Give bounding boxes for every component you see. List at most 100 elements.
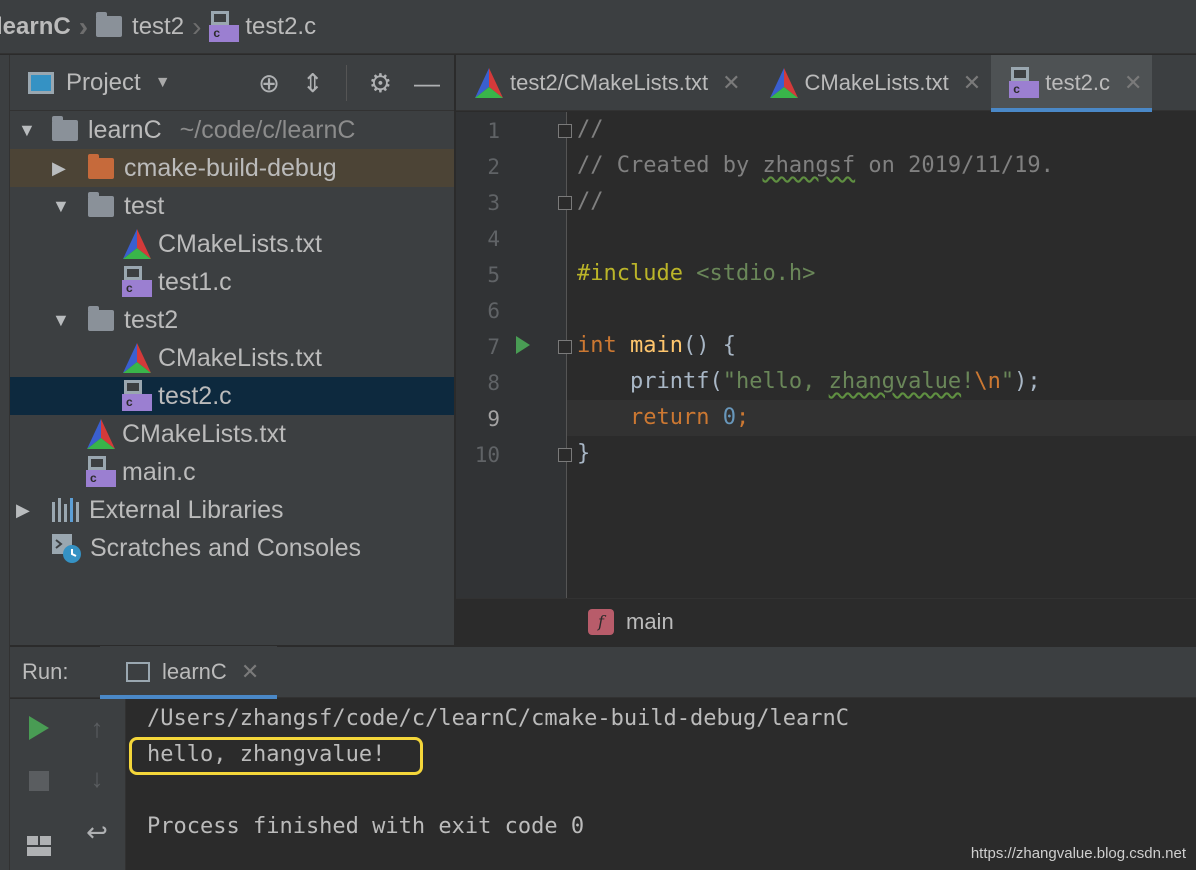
- chevron-right-icon[interactable]: ▶: [16, 500, 30, 521]
- cmake-icon: [769, 68, 798, 98]
- tree-item-test2-c[interactable]: c test2.c: [10, 377, 454, 415]
- close-icon[interactable]: ✕: [722, 70, 740, 96]
- tab-test2-cmakelists[interactable]: test2/CMakeLists.txt ✕: [456, 55, 751, 111]
- fold-marker-icon[interactable]: [558, 340, 572, 354]
- console-line: hello, zhangvalue!: [147, 742, 386, 767]
- project-window-icon: [28, 71, 54, 94]
- tree-item-scratches[interactable]: Scratches and Consoles: [10, 529, 454, 567]
- breadcrumb-item-file[interactable]: c test2.c: [209, 0, 316, 53]
- project-panel-header: Project ▼ ⊕ ⇕ ⚙ —: [10, 55, 454, 111]
- cmake-icon: [123, 343, 151, 373]
- hide-panel-icon[interactable]: —: [414, 68, 440, 99]
- chevron-right-icon[interactable]: ▶: [52, 158, 66, 179]
- watermark: https://zhangvalue.blog.csdn.net: [970, 845, 1186, 862]
- c-file-icon: c: [1009, 67, 1040, 99]
- line-number: 4: [487, 227, 500, 251]
- tree-item-test[interactable]: ▼ test: [10, 187, 454, 225]
- breadcrumb-item-project[interactable]: learnC ›: [0, 0, 96, 53]
- code-editor[interactable]: 1 2 3 4 5 6 7 8 9 10 // // Created by zh…: [456, 112, 1196, 598]
- gear-icon[interactable]: ⚙: [369, 68, 392, 99]
- code-line-3: //: [577, 189, 604, 214]
- stop-icon[interactable]: [28, 770, 50, 792]
- c-file-icon: c: [122, 266, 152, 298]
- editor-tabs: test2/CMakeLists.txt ✕ CMakeLists.txt ✕ …: [456, 55, 1196, 112]
- arrow-up-icon[interactable]: ↑: [68, 713, 126, 744]
- library-icon: [52, 498, 79, 522]
- tab-test2-c[interactable]: c test2.c ✕: [991, 55, 1153, 112]
- tree-item-external-libraries[interactable]: ▶ External Libraries: [10, 491, 454, 529]
- code-line-9: return 0;: [629, 405, 750, 430]
- close-icon[interactable]: ✕: [1124, 70, 1142, 96]
- run-gutter-icon[interactable]: [516, 336, 530, 354]
- line-number: 10: [474, 443, 500, 467]
- console-line: Process finished with exit code 0: [147, 814, 585, 839]
- rerun-icon[interactable]: [27, 715, 51, 741]
- cmake-icon: [475, 68, 503, 98]
- fold-marker-icon[interactable]: [558, 196, 572, 210]
- folder-icon: [96, 12, 123, 37]
- run-tab-learnC[interactable]: learnC ✕: [100, 646, 278, 699]
- chevron-right-icon: ›: [78, 10, 89, 42]
- editor-structure-breadcrumb[interactable]: f main: [456, 598, 1196, 645]
- code-line-5: #include <stdio.h>: [577, 261, 816, 286]
- c-file-icon: c: [122, 380, 152, 412]
- layout-icon[interactable]: [26, 835, 52, 857]
- line-number: 5: [487, 263, 500, 287]
- divider: [345, 65, 347, 101]
- collapse-all-icon[interactable]: ⇕: [302, 68, 324, 99]
- chevron-down-icon[interactable]: ▼: [52, 310, 70, 331]
- run-toolwindow-header: Run: learnC ✕: [10, 646, 1196, 699]
- arrow-down-icon[interactable]: ↓: [68, 763, 126, 794]
- close-icon[interactable]: ✕: [963, 70, 981, 96]
- tree-item-test1-c[interactable]: c test1.c: [10, 263, 454, 301]
- chevron-down-icon[interactable]: ▼: [52, 196, 70, 217]
- run-toolbar-primary: [10, 699, 68, 870]
- chevron-down-icon[interactable]: ▼: [18, 120, 36, 141]
- run-label: Run:: [22, 659, 69, 684]
- code-line-1: //: [577, 117, 604, 142]
- left-tool-strip: [0, 55, 10, 870]
- run-console-output[interactable]: /Users/zhangsf/code/c/learnC/cmake-build…: [127, 699, 1196, 870]
- c-file-icon: c: [209, 10, 240, 43]
- folder-icon: [88, 191, 114, 217]
- locate-icon[interactable]: ⊕: [258, 68, 280, 99]
- breadcrumb-item-folder[interactable]: test2 ›: [96, 0, 209, 53]
- tree-item-main-c[interactable]: c main.c: [10, 453, 454, 491]
- fold-marker-icon[interactable]: [558, 448, 572, 462]
- console-window-icon: [126, 662, 150, 682]
- gutter-divider: [566, 112, 567, 598]
- project-panel: Project ▼ ⊕ ⇕ ⚙ — ▼ learnC ~/code/c/lear…: [10, 55, 455, 645]
- function-icon: f: [588, 609, 614, 635]
- project-view-selector[interactable]: Project: [66, 69, 141, 97]
- cmake-icon: [123, 229, 151, 259]
- line-number: 6: [487, 299, 500, 323]
- line-number: 1: [487, 119, 500, 143]
- tree-item-cmake-build-debug[interactable]: ▶ cmake-build-debug: [10, 149, 454, 187]
- console-line: /Users/zhangsf/code/c/learnC/cmake-build…: [147, 706, 849, 731]
- tree-item-learnC[interactable]: ▼ learnC ~/code/c/learnC: [10, 111, 454, 149]
- folder-icon: [52, 115, 78, 141]
- code-line-7: int main() {: [577, 333, 736, 358]
- scratches-icon: [52, 534, 81, 563]
- tree-item-test2[interactable]: ▼ test2: [10, 301, 454, 339]
- tree-item-test-cmakelists[interactable]: CMakeLists.txt: [10, 225, 454, 263]
- fold-marker-icon[interactable]: [558, 124, 572, 138]
- tree-item-test2-cmakelists[interactable]: CMakeLists.txt: [10, 339, 454, 377]
- code-line-8: printf("hello, zhangvalue!\n");: [577, 369, 1041, 394]
- line-number: 2: [487, 155, 500, 179]
- tab-cmakelists[interactable]: CMakeLists.txt ✕: [751, 55, 992, 111]
- close-icon[interactable]: ✕: [241, 659, 259, 685]
- c-file-icon: c: [86, 456, 116, 488]
- line-number: 7: [487, 335, 500, 359]
- tree-item-root-cmakelists[interactable]: CMakeLists.txt: [10, 415, 454, 453]
- run-toolbar-secondary: ↑ ↓ ↩: [68, 699, 126, 870]
- cmake-icon: [87, 419, 115, 449]
- code-line-2: // Created by zhangsf on 2019/11/19.: [577, 153, 1054, 178]
- chevron-right-icon: ›: [192, 10, 202, 42]
- code-line-10: }: [577, 441, 591, 466]
- line-number: 8: [487, 371, 500, 395]
- breadcrumb: learnC › test2 › c test2.c: [0, 0, 1196, 54]
- folder-icon: [88, 305, 114, 331]
- chevron-down-icon[interactable]: ▼: [155, 74, 171, 92]
- soft-wrap-icon[interactable]: ↩: [68, 817, 126, 848]
